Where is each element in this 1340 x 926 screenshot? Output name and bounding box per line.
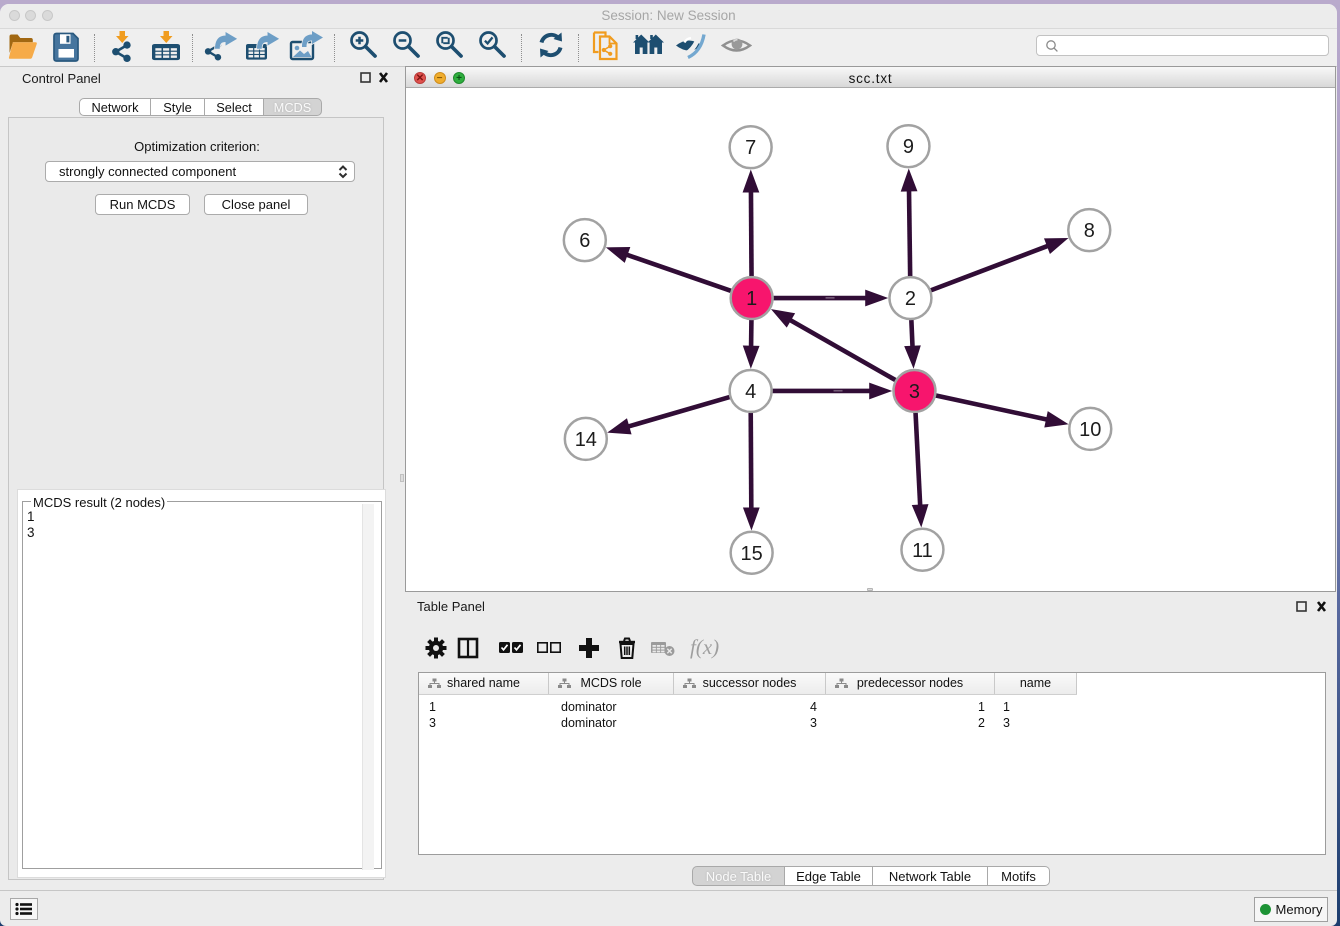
svg-text:7: 7	[745, 137, 756, 159]
svg-text:8: 8	[1084, 220, 1095, 242]
svg-text:11: 11	[912, 540, 933, 562]
svg-text:15: 15	[741, 543, 763, 565]
svg-text:14: 14	[575, 429, 597, 451]
svg-text:1: 1	[746, 288, 757, 310]
svg-text:10: 10	[1079, 419, 1101, 441]
svg-text:6: 6	[579, 230, 590, 252]
svg-text:3: 3	[909, 381, 920, 403]
svg-text:9: 9	[903, 136, 914, 158]
svg-text:4: 4	[745, 381, 756, 403]
svg-text:2: 2	[905, 288, 916, 310]
